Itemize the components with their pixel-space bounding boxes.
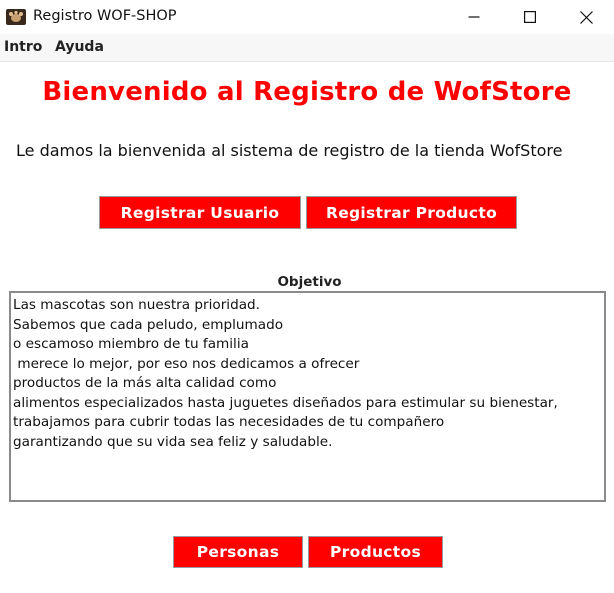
minimize-icon bbox=[468, 16, 480, 18]
maximize-icon bbox=[524, 11, 536, 23]
maximize-button[interactable] bbox=[502, 0, 558, 34]
menu-bar: Intro Ayuda bbox=[0, 34, 614, 62]
objective-line: productos de la más alta calidad como bbox=[13, 375, 277, 391]
objective-line: garantizando que su vida sea feliz y sal… bbox=[13, 433, 333, 450]
objective-line: o escamoso miembro de tu familia bbox=[13, 336, 249, 352]
register-product-button[interactable]: Registrar Producto bbox=[306, 196, 517, 229]
objective-line: merece lo mejor, por eso nos dedicamos a… bbox=[13, 355, 360, 372]
window-titlebar: Registro WOF-SHOP bbox=[0, 0, 614, 34]
objective-textarea[interactable]: Las mascotas son nuestra prioridad. Sabe… bbox=[9, 291, 606, 502]
close-icon bbox=[579, 10, 593, 24]
objective-line: Sabemos que cada peludo, emplumado bbox=[13, 316, 284, 333]
register-user-button[interactable]: Registrar Usuario bbox=[99, 196, 301, 229]
personas-button[interactable]: Personas bbox=[173, 536, 303, 568]
productos-button[interactable]: Productos bbox=[308, 536, 443, 568]
objective-line: trabajamos para cubrir todas las necesid… bbox=[13, 414, 445, 430]
minimize-button[interactable] bbox=[446, 0, 502, 34]
objective-label: Objetivo bbox=[277, 274, 342, 290]
close-button[interactable] bbox=[558, 0, 614, 34]
window-title: Registro WOF-SHOP bbox=[33, 8, 177, 24]
welcome-text: Le damos la bienvenida al sistema de reg… bbox=[16, 141, 563, 160]
app-logo-icon bbox=[6, 9, 26, 25]
objective-line: Las mascotas son nuestra prioridad. bbox=[13, 297, 260, 313]
menu-intro[interactable]: Intro bbox=[4, 39, 42, 55]
menu-ayuda[interactable]: Ayuda bbox=[55, 39, 104, 55]
page-title: Bienvenido al Registro de WofStore bbox=[42, 77, 572, 107]
objective-line: alimentos especializados hasta juguetes … bbox=[13, 394, 558, 411]
